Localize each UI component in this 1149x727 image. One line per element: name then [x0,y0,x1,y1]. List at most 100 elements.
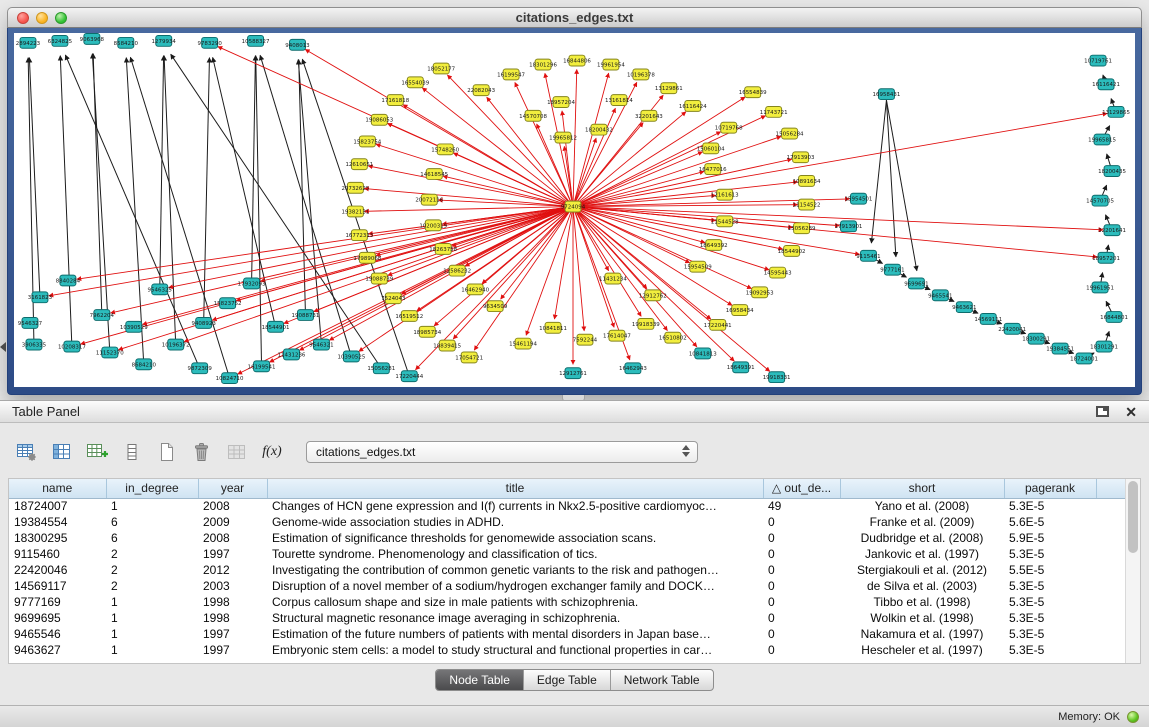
graph-node[interactable]: 10719761 [1084,55,1112,66]
graph-node[interactable]: 14570705 [1086,195,1114,206]
graph-node[interactable]: 3906335 [22,339,46,350]
memory-led-icon[interactable] [1127,711,1139,723]
graph-node[interactable]: 16510802 [659,332,687,343]
cell-pagerank[interactable]: 5.5E-5 [1004,562,1096,578]
graph-node[interactable]: 17614047 [603,330,631,341]
cell-title[interactable]: Disruption of a novel member of a sodium… [267,578,763,594]
graph-node[interactable]: 19086053 [365,114,393,125]
graph-node[interactable]: 17913901 [835,221,863,232]
graph-node[interactable]: 8684210 [132,359,157,370]
cell-title[interactable]: Embryonic stem cells: a model to study s… [267,642,763,658]
graph-node[interactable]: 8584210 [114,37,139,48]
cell-name[interactable]: 18300295 [9,530,106,546]
cell-year[interactable]: 2008 [198,498,267,514]
graph-node[interactable]: 18957204 [547,97,575,108]
graph-node[interactable]: 7962204 [90,310,115,321]
graph-node[interactable]: 12912761 [559,368,587,379]
graph-node[interactable]: 17054721 [455,352,483,363]
graph-node[interactable]: 15748260 [431,144,459,155]
cell-short[interactable]: Nakamura et al. (1997) [840,626,1004,642]
table-mode-button[interactable] [12,439,42,465]
table-row[interactable]: 977716911998Corpus callosum shape and si… [9,594,1127,610]
graph-node[interactable]: 9699691 [904,278,928,289]
cell-pagerank[interactable]: 5.3E-5 [1004,578,1096,594]
table-row[interactable]: 946554611997Estimation of the future num… [9,626,1127,642]
float-panel-icon[interactable] [1096,406,1109,417]
cell-name[interactable]: 18724007 [9,498,106,514]
cell-in_degree[interactable]: 1 [106,498,198,514]
cell-pagerank[interactable]: 5.3E-5 [1004,642,1096,658]
graph-node[interactable]: 15954509 [684,261,712,272]
cell-out_degree[interactable]: 0 [763,530,840,546]
cell-out_degree[interactable]: 0 [763,594,840,610]
graph-node[interactable]: 1279934 [152,35,177,46]
tab-edge-table[interactable]: Edge Table [523,670,610,690]
network-window-titlebar[interactable]: citations_edges.txt [7,7,1142,28]
graph-node[interactable]: 16554039 [401,77,429,88]
graph-node[interactable]: 10390525 [337,351,365,362]
graph-node[interactable]: 9408923 [191,317,216,328]
column-header-name[interactable]: name [9,479,106,498]
cell-year[interactable]: 1997 [198,546,267,562]
cell-year[interactable]: 1997 [198,626,267,642]
graph-node[interactable]: 14618545 [420,169,448,180]
graph-node[interactable]: 10841811 [539,322,567,333]
graph-node[interactable]: 9115461 [856,250,880,261]
cell-year[interactable]: 2012 [198,562,267,578]
cell-in_degree[interactable]: 6 [106,514,198,530]
cell-out_degree[interactable]: 0 [763,562,840,578]
cell-in_degree[interactable]: 2 [106,578,198,594]
graph-node[interactable]: 17932093 [238,278,266,289]
graph-node[interactable]: 10390529 [120,321,148,332]
graph-node[interactable]: 18724001 [1070,353,1098,364]
cell-in_degree[interactable]: 2 [106,562,198,578]
cell-year[interactable]: 1997 [198,642,267,658]
graph-node[interactable]: 9408013 [285,39,310,50]
cell-pagerank[interactable]: 5.3E-5 [1004,610,1096,626]
graph-node[interactable]: 18052177 [427,63,455,74]
cell-pagerank[interactable]: 5.3E-5 [1004,546,1096,562]
graph-node[interactable]: 20732625 [341,182,369,193]
graph-node[interactable]: 18200432 [585,124,613,135]
graph-node[interactable]: 15056284 [776,128,804,139]
cell-name[interactable]: 19384554 [9,514,106,530]
graph-node[interactable]: 9546327 [18,317,42,328]
table-row[interactable]: 1938455462009Genome-wide association stu… [9,514,1127,530]
scrollbar-thumb[interactable] [1128,481,1138,553]
table-row[interactable]: 1872400712008Changes of HCN gene express… [9,498,1127,514]
graph-node[interactable]: 12586232 [443,265,471,276]
graph-node[interactable]: 16462943 [619,363,647,374]
cell-short[interactable]: Wolkin et al. (1998) [840,610,1004,626]
cell-year[interactable]: 2008 [198,530,267,546]
table-row[interactable]: 969969511998Structural magnetic resonanc… [9,610,1127,626]
cell-name[interactable]: 9465546 [9,626,106,642]
cell-name[interactable]: 9115460 [9,546,106,562]
cell-in_degree[interactable]: 2 [106,546,198,562]
cell-short[interactable]: de Silva et al. (2003) [840,578,1004,594]
graph-node[interactable]: 10719768 [715,122,743,133]
graph-node[interactable]: 11431234 [599,273,627,284]
minimize-window-button[interactable] [36,12,48,24]
graph-node[interactable]: 16844801 [1100,312,1128,323]
cell-title[interactable]: Investigating the contribution of common… [267,562,763,578]
graph-node[interactable]: 9783290 [197,37,222,48]
column-header-short[interactable]: short [840,479,1004,498]
cell-year[interactable]: 1998 [198,594,267,610]
graph-node[interactable]: 10841813 [689,348,717,359]
graph-node[interactable]: 13129865 [1102,106,1130,117]
graph-node[interactable]: 17220441 [704,319,732,330]
graph-node[interactable]: 11743721 [760,106,788,117]
column-header-year[interactable]: year [198,479,267,498]
graph-node[interactable]: 9463621 [952,302,976,313]
cell-out_degree[interactable]: 0 [763,578,840,594]
zoom-window-button[interactable] [55,12,67,24]
cell-out_degree[interactable]: 0 [763,610,840,626]
graph-node[interactable]: 15954501 [845,193,873,204]
cell-title[interactable]: Estimation of significance thresholds fo… [267,530,763,546]
graph-node[interactable]: 17220444 [395,371,423,382]
cell-name[interactable]: 22420046 [9,562,106,578]
graph-node[interactable]: 19965812 [549,132,577,143]
graph-node[interactable]: 16958434 [726,305,754,316]
graph-node[interactable]: 17913903 [787,152,815,163]
cell-pagerank[interactable]: 5.3E-5 [1004,498,1096,514]
